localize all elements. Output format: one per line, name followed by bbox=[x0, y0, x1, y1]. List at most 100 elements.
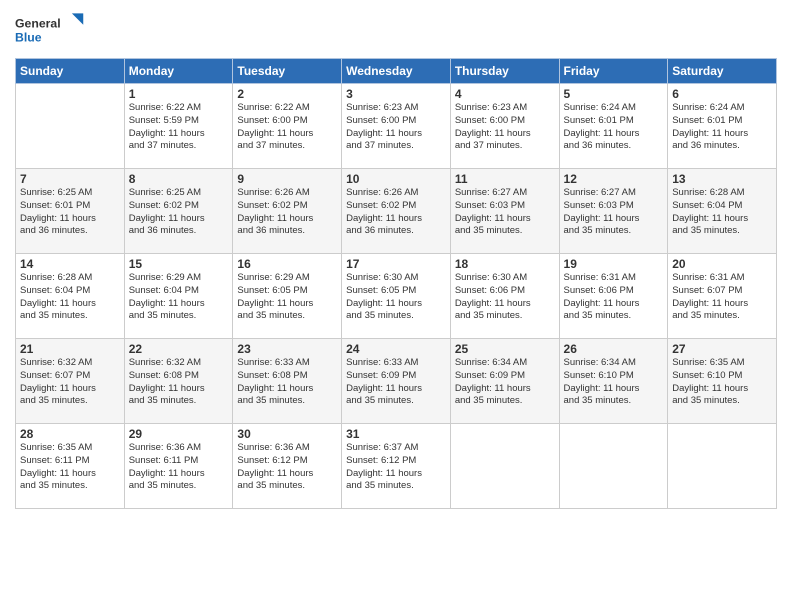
day-info: Sunrise: 6:37 AM Sunset: 6:12 PM Dayligh… bbox=[346, 442, 446, 493]
day-info: Sunrise: 6:34 AM Sunset: 6:10 PM Dayligh… bbox=[564, 357, 664, 408]
calendar-cell: 9Sunrise: 6:26 AM Sunset: 6:02 PM Daylig… bbox=[233, 169, 342, 254]
day-info: Sunrise: 6:24 AM Sunset: 6:01 PM Dayligh… bbox=[672, 102, 772, 153]
calendar-cell: 25Sunrise: 6:34 AM Sunset: 6:09 PM Dayli… bbox=[450, 339, 559, 424]
day-info: Sunrise: 6:22 AM Sunset: 6:00 PM Dayligh… bbox=[237, 102, 337, 153]
day-info: Sunrise: 6:34 AM Sunset: 6:09 PM Dayligh… bbox=[455, 357, 555, 408]
day-number: 15 bbox=[129, 257, 229, 271]
calendar-cell: 14Sunrise: 6:28 AM Sunset: 6:04 PM Dayli… bbox=[16, 254, 125, 339]
day-info: Sunrise: 6:22 AM Sunset: 5:59 PM Dayligh… bbox=[129, 102, 229, 153]
calendar-cell: 21Sunrise: 6:32 AM Sunset: 6:07 PM Dayli… bbox=[16, 339, 125, 424]
calendar-cell bbox=[16, 84, 125, 169]
day-info: Sunrise: 6:25 AM Sunset: 6:02 PM Dayligh… bbox=[129, 187, 229, 238]
calendar-cell: 24Sunrise: 6:33 AM Sunset: 6:09 PM Dayli… bbox=[342, 339, 451, 424]
header: General Blue bbox=[15, 10, 777, 50]
calendar-week-5: 28Sunrise: 6:35 AM Sunset: 6:11 PM Dayli… bbox=[16, 424, 777, 509]
calendar-cell: 13Sunrise: 6:28 AM Sunset: 6:04 PM Dayli… bbox=[668, 169, 777, 254]
calendar-cell: 20Sunrise: 6:31 AM Sunset: 6:07 PM Dayli… bbox=[668, 254, 777, 339]
calendar-week-4: 21Sunrise: 6:32 AM Sunset: 6:07 PM Dayli… bbox=[16, 339, 777, 424]
day-info: Sunrise: 6:26 AM Sunset: 6:02 PM Dayligh… bbox=[237, 187, 337, 238]
calendar-cell: 5Sunrise: 6:24 AM Sunset: 6:01 PM Daylig… bbox=[559, 84, 668, 169]
day-number: 14 bbox=[20, 257, 120, 271]
day-number: 27 bbox=[672, 342, 772, 356]
day-info: Sunrise: 6:29 AM Sunset: 6:05 PM Dayligh… bbox=[237, 272, 337, 323]
day-number: 3 bbox=[346, 87, 446, 101]
day-number: 23 bbox=[237, 342, 337, 356]
calendar-cell: 4Sunrise: 6:23 AM Sunset: 6:00 PM Daylig… bbox=[450, 84, 559, 169]
day-number: 16 bbox=[237, 257, 337, 271]
calendar-cell: 12Sunrise: 6:27 AM Sunset: 6:03 PM Dayli… bbox=[559, 169, 668, 254]
calendar-body: 1Sunrise: 6:22 AM Sunset: 5:59 PM Daylig… bbox=[16, 84, 777, 509]
day-number: 31 bbox=[346, 427, 446, 441]
calendar-cell: 31Sunrise: 6:37 AM Sunset: 6:12 PM Dayli… bbox=[342, 424, 451, 509]
day-info: Sunrise: 6:29 AM Sunset: 6:04 PM Dayligh… bbox=[129, 272, 229, 323]
header-cell-thursday: Thursday bbox=[450, 59, 559, 84]
logo-svg: General Blue bbox=[15, 10, 85, 50]
calendar-cell: 7Sunrise: 6:25 AM Sunset: 6:01 PM Daylig… bbox=[16, 169, 125, 254]
day-number: 21 bbox=[20, 342, 120, 356]
day-info: Sunrise: 6:32 AM Sunset: 6:08 PM Dayligh… bbox=[129, 357, 229, 408]
day-info: Sunrise: 6:28 AM Sunset: 6:04 PM Dayligh… bbox=[20, 272, 120, 323]
day-number: 5 bbox=[564, 87, 664, 101]
calendar-header: SundayMondayTuesdayWednesdayThursdayFrid… bbox=[16, 59, 777, 84]
day-number: 28 bbox=[20, 427, 120, 441]
header-cell-friday: Friday bbox=[559, 59, 668, 84]
day-number: 18 bbox=[455, 257, 555, 271]
day-info: Sunrise: 6:36 AM Sunset: 6:11 PM Dayligh… bbox=[129, 442, 229, 493]
day-number: 11 bbox=[455, 172, 555, 186]
calendar-cell: 11Sunrise: 6:27 AM Sunset: 6:03 PM Dayli… bbox=[450, 169, 559, 254]
calendar-cell: 23Sunrise: 6:33 AM Sunset: 6:08 PM Dayli… bbox=[233, 339, 342, 424]
calendar-cell: 6Sunrise: 6:24 AM Sunset: 6:01 PM Daylig… bbox=[668, 84, 777, 169]
day-info: Sunrise: 6:35 AM Sunset: 6:10 PM Dayligh… bbox=[672, 357, 772, 408]
calendar-cell: 18Sunrise: 6:30 AM Sunset: 6:06 PM Dayli… bbox=[450, 254, 559, 339]
svg-text:General: General bbox=[15, 16, 61, 30]
day-info: Sunrise: 6:30 AM Sunset: 6:05 PM Dayligh… bbox=[346, 272, 446, 323]
day-number: 7 bbox=[20, 172, 120, 186]
day-info: Sunrise: 6:31 AM Sunset: 6:06 PM Dayligh… bbox=[564, 272, 664, 323]
header-cell-sunday: Sunday bbox=[16, 59, 125, 84]
day-number: 1 bbox=[129, 87, 229, 101]
calendar-cell: 28Sunrise: 6:35 AM Sunset: 6:11 PM Dayli… bbox=[16, 424, 125, 509]
calendar-cell bbox=[668, 424, 777, 509]
day-number: 4 bbox=[455, 87, 555, 101]
calendar-week-2: 7Sunrise: 6:25 AM Sunset: 6:01 PM Daylig… bbox=[16, 169, 777, 254]
day-info: Sunrise: 6:26 AM Sunset: 6:02 PM Dayligh… bbox=[346, 187, 446, 238]
day-number: 10 bbox=[346, 172, 446, 186]
calendar-cell: 10Sunrise: 6:26 AM Sunset: 6:02 PM Dayli… bbox=[342, 169, 451, 254]
day-number: 29 bbox=[129, 427, 229, 441]
calendar-cell: 17Sunrise: 6:30 AM Sunset: 6:05 PM Dayli… bbox=[342, 254, 451, 339]
day-info: Sunrise: 6:24 AM Sunset: 6:01 PM Dayligh… bbox=[564, 102, 664, 153]
day-number: 24 bbox=[346, 342, 446, 356]
calendar-cell: 16Sunrise: 6:29 AM Sunset: 6:05 PM Dayli… bbox=[233, 254, 342, 339]
calendar-cell: 2Sunrise: 6:22 AM Sunset: 6:00 PM Daylig… bbox=[233, 84, 342, 169]
day-info: Sunrise: 6:23 AM Sunset: 6:00 PM Dayligh… bbox=[455, 102, 555, 153]
day-number: 20 bbox=[672, 257, 772, 271]
calendar-week-3: 14Sunrise: 6:28 AM Sunset: 6:04 PM Dayli… bbox=[16, 254, 777, 339]
day-info: Sunrise: 6:30 AM Sunset: 6:06 PM Dayligh… bbox=[455, 272, 555, 323]
calendar-cell bbox=[450, 424, 559, 509]
svg-text:Blue: Blue bbox=[15, 30, 42, 44]
header-cell-tuesday: Tuesday bbox=[233, 59, 342, 84]
header-cell-saturday: Saturday bbox=[668, 59, 777, 84]
day-number: 12 bbox=[564, 172, 664, 186]
day-info: Sunrise: 6:35 AM Sunset: 6:11 PM Dayligh… bbox=[20, 442, 120, 493]
calendar-table: SundayMondayTuesdayWednesdayThursdayFrid… bbox=[15, 58, 777, 509]
header-cell-wednesday: Wednesday bbox=[342, 59, 451, 84]
calendar-cell: 29Sunrise: 6:36 AM Sunset: 6:11 PM Dayli… bbox=[124, 424, 233, 509]
day-info: Sunrise: 6:36 AM Sunset: 6:12 PM Dayligh… bbox=[237, 442, 337, 493]
day-number: 22 bbox=[129, 342, 229, 356]
day-number: 13 bbox=[672, 172, 772, 186]
logo: General Blue bbox=[15, 10, 85, 50]
calendar-cell: 30Sunrise: 6:36 AM Sunset: 6:12 PM Dayli… bbox=[233, 424, 342, 509]
calendar-cell: 3Sunrise: 6:23 AM Sunset: 6:00 PM Daylig… bbox=[342, 84, 451, 169]
day-number: 25 bbox=[455, 342, 555, 356]
day-number: 30 bbox=[237, 427, 337, 441]
calendar-cell: 8Sunrise: 6:25 AM Sunset: 6:02 PM Daylig… bbox=[124, 169, 233, 254]
calendar-cell: 26Sunrise: 6:34 AM Sunset: 6:10 PM Dayli… bbox=[559, 339, 668, 424]
day-info: Sunrise: 6:27 AM Sunset: 6:03 PM Dayligh… bbox=[564, 187, 664, 238]
day-number: 2 bbox=[237, 87, 337, 101]
day-info: Sunrise: 6:25 AM Sunset: 6:01 PM Dayligh… bbox=[20, 187, 120, 238]
day-number: 9 bbox=[237, 172, 337, 186]
page: General Blue SundayMondayTuesdayWednesda… bbox=[0, 0, 792, 612]
day-info: Sunrise: 6:28 AM Sunset: 6:04 PM Dayligh… bbox=[672, 187, 772, 238]
header-cell-monday: Monday bbox=[124, 59, 233, 84]
